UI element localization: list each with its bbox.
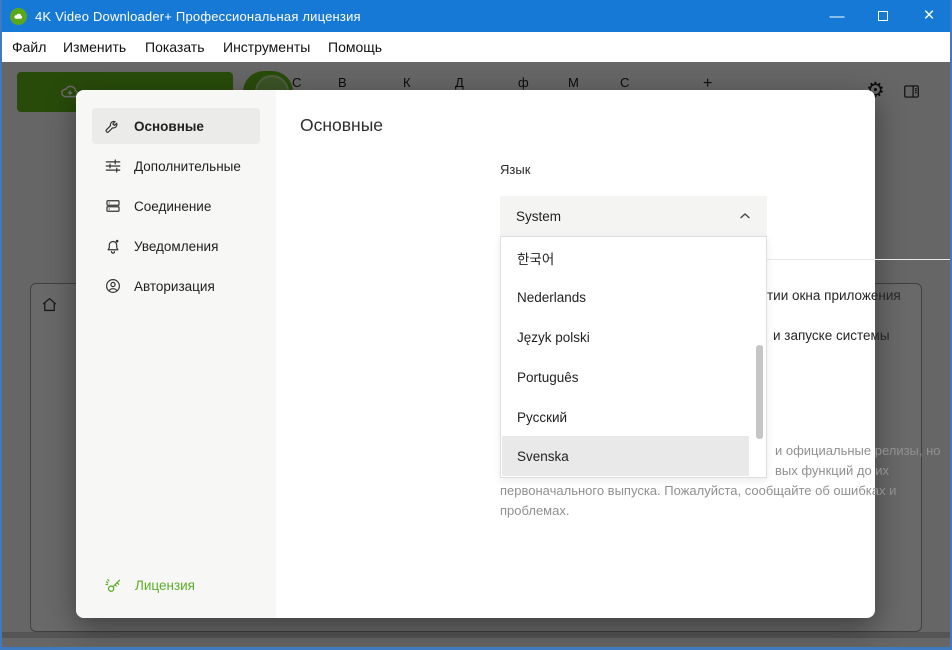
dropdown-scrollbar[interactable]	[756, 345, 763, 439]
dropdown-option[interactable]: Português	[502, 357, 749, 397]
bell-icon	[104, 237, 122, 255]
sidebar-item-license[interactable]: Лицензия	[92, 568, 260, 602]
sidebar-item-general[interactable]: Основные	[92, 108, 260, 144]
dropdown-option[interactable]: Русский	[502, 397, 749, 437]
dropdown-option[interactable]: 한국어	[502, 238, 749, 278]
menu-view[interactable]: Показать	[145, 32, 205, 62]
beta-note-line: и официальные релизы, но	[775, 443, 941, 458]
language-select[interactable]: System	[500, 196, 767, 236]
connection-icon	[104, 197, 122, 215]
window-title: 4K Video Downloader+ Профессиональная ли…	[35, 8, 361, 24]
dropdown-option[interactable]: Język polski	[502, 317, 749, 357]
sliders-icon	[104, 157, 122, 175]
key-icon	[104, 576, 123, 595]
account-icon	[104, 277, 122, 295]
language-select-value: System	[516, 208, 562, 224]
app-window: С В К Д ф М С + ⚙ 4K Video Downloader+ П…	[0, 0, 952, 650]
language-dropdown-list: 한국어 Nederlands Język polski Português Ру…	[500, 236, 767, 478]
maximize-button[interactable]	[860, 0, 906, 32]
sidebar-item-label: Дополнительные	[134, 158, 241, 174]
sidebar-item-connection[interactable]: Соединение	[92, 188, 260, 224]
sidebar-item-label: Уведомления	[134, 238, 219, 254]
sidebar-item-notifications[interactable]: Уведомления	[92, 228, 260, 264]
title-bar: 4K Video Downloader+ Профессиональная ли…	[0, 0, 952, 32]
close-window-button[interactable]: ×	[906, 0, 952, 32]
settings-panel: Основные × Язык тии окна приложения и за…	[276, 90, 952, 618]
menu-edit[interactable]: Изменить	[63, 32, 126, 62]
setting-text-fragment: и запуске системы	[773, 328, 890, 343]
beta-note-line: первоначального выпуска. Пожалуйста, соо…	[500, 483, 897, 498]
wrench-icon	[104, 117, 122, 135]
dropdown-option[interactable]: Nederlands	[502, 277, 749, 317]
chevron-up-icon	[737, 208, 753, 229]
sidebar-item-label: Основные	[134, 118, 204, 134]
sidebar-item-authorization[interactable]: Авторизация	[92, 268, 260, 304]
menu-file[interactable]: Файл	[12, 32, 46, 62]
app-logo-icon	[10, 7, 27, 25]
sidebar-item-advanced[interactable]: Дополнительные	[92, 148, 260, 184]
license-label: Лицензия	[135, 577, 195, 593]
minimize-button[interactable]: —	[814, 0, 860, 32]
sidebar-item-label: Авторизация	[134, 278, 215, 294]
settings-dialog: Основные Дополнительные Соединение Уведо…	[76, 90, 952, 618]
settings-sidebar: Основные Дополнительные Соединение Уведо…	[76, 90, 276, 618]
menu-tools[interactable]: Инструменты	[223, 32, 310, 62]
beta-note-line: проблемах.	[500, 503, 570, 518]
menu-bar: Файл Изменить Показать Инструменты Помощ…	[0, 32, 952, 62]
sidebar-item-label: Соединение	[134, 198, 212, 214]
dropdown-option-highlighted[interactable]: Svenska	[502, 436, 749, 476]
beta-note-line: вых функций до их	[775, 463, 890, 478]
panel-title: Основные	[300, 115, 384, 135]
language-label: Язык	[500, 162, 531, 177]
window-controls: — ×	[814, 0, 952, 32]
setting-text-fragment: тии окна приложения	[767, 288, 901, 303]
menu-help[interactable]: Помощь	[328, 32, 382, 62]
maximize-icon	[878, 11, 888, 21]
